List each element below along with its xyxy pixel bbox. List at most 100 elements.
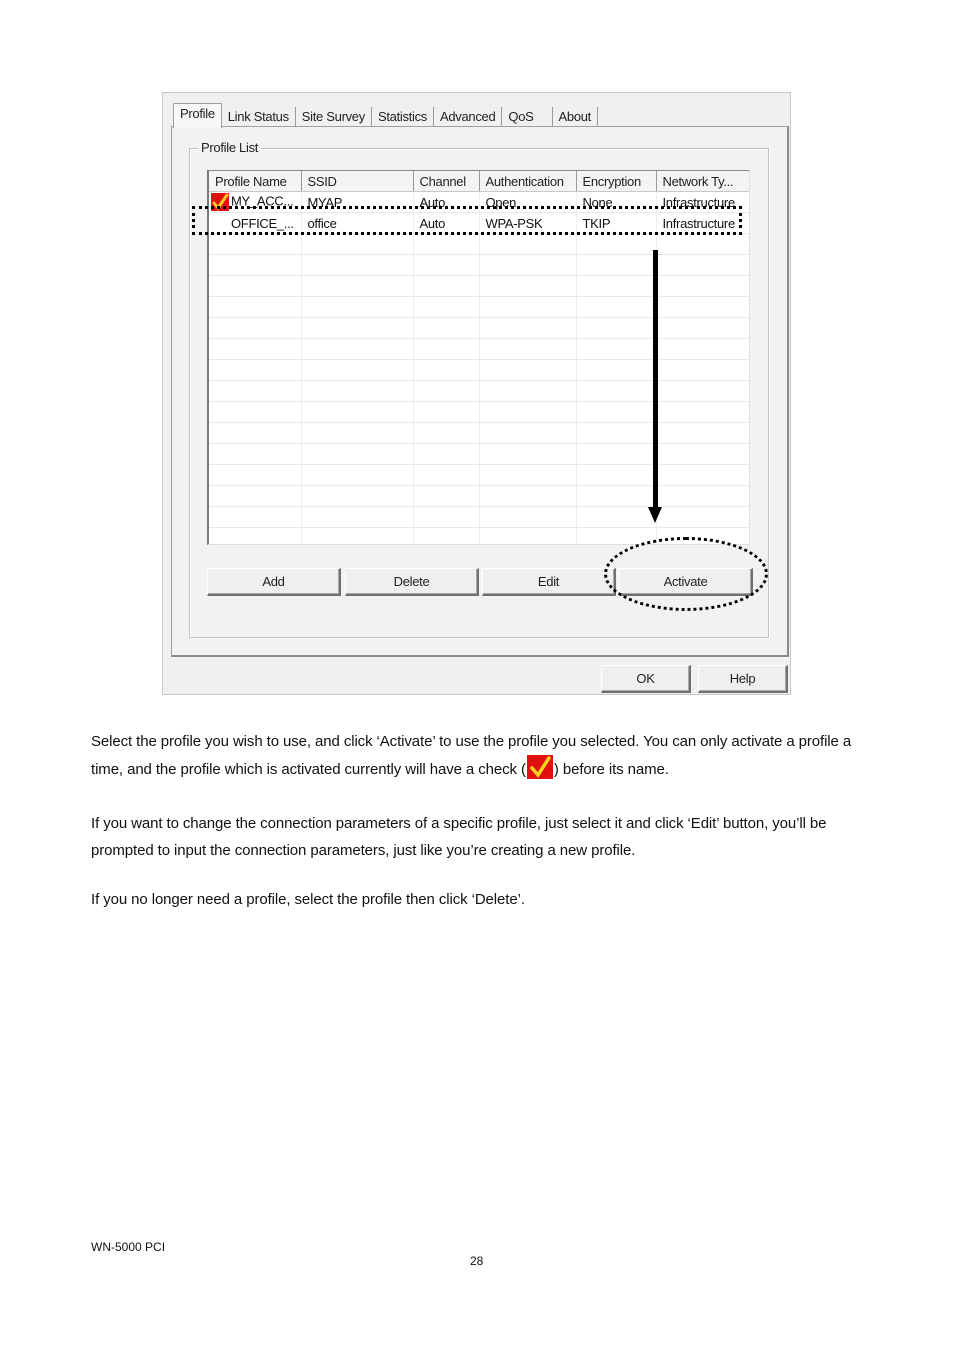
- empty-cell: [209, 380, 302, 402]
- empty-table-row: [209, 359, 749, 381]
- empty-cell: [301, 359, 414, 381]
- empty-cell: [301, 401, 414, 423]
- paragraph-edit: If you want to change the connection par…: [91, 815, 827, 859]
- empty-cell: [413, 338, 480, 360]
- help-button[interactable]: Help: [698, 665, 788, 693]
- tab-profile[interactable]: Profile: [173, 103, 222, 128]
- column-header-encryption[interactable]: Encryption: [576, 171, 657, 192]
- empty-cell: [656, 233, 749, 255]
- empty-cell: [413, 275, 480, 297]
- empty-cell: [656, 380, 749, 402]
- empty-cell: [209, 527, 302, 544]
- empty-cell: [413, 506, 480, 528]
- paragraph-delete: If you no longer need a profile, select …: [91, 891, 525, 908]
- delete-button[interactable]: Delete: [345, 568, 479, 596]
- empty-cell: [209, 254, 302, 276]
- empty-cell: [413, 296, 480, 318]
- empty-cell: [209, 359, 302, 381]
- empty-table-row: [209, 275, 749, 297]
- empty-cell: [413, 359, 480, 381]
- activate-button[interactable]: Activate: [619, 568, 753, 596]
- empty-table-row: [209, 296, 749, 318]
- cell-channel: Auto: [413, 212, 480, 234]
- empty-cell: [413, 401, 480, 423]
- cell-authentication: WPA-PSK: [479, 212, 577, 234]
- profile-list-view[interactable]: Profile Name SSID Channel Authentication…: [207, 170, 750, 545]
- empty-cell: [413, 254, 480, 276]
- empty-cell: [576, 527, 657, 544]
- empty-cell: [209, 485, 302, 507]
- cell-authentication: Open: [479, 191, 577, 213]
- empty-cell: [656, 422, 749, 444]
- empty-table-row: [209, 254, 749, 276]
- column-header-network-type[interactable]: Network Ty...: [656, 171, 749, 192]
- cell-channel: Auto: [413, 191, 480, 213]
- tab-qos[interactable]: QoS: [502, 107, 553, 127]
- page-number: 28: [470, 1254, 484, 1268]
- empty-cell: [656, 254, 749, 276]
- footer-model-name: WN-5000 PCI: [91, 1240, 166, 1254]
- profile-table: Profile Name SSID Channel Authentication…: [209, 171, 749, 544]
- cell-network-type: Infrastructure: [656, 212, 749, 234]
- empty-cell: [576, 254, 657, 276]
- empty-cell: [209, 317, 302, 339]
- empty-table-row: [209, 338, 749, 360]
- empty-cell: [413, 464, 480, 486]
- empty-cell: [301, 380, 414, 402]
- empty-cell: [413, 380, 480, 402]
- tab-about[interactable]: About: [553, 107, 598, 127]
- empty-cell: [576, 233, 657, 255]
- tab-advanced[interactable]: Advanced: [434, 107, 503, 127]
- tab-statistics[interactable]: Statistics: [372, 107, 434, 127]
- empty-cell: [576, 275, 657, 297]
- column-header-profile-name[interactable]: Profile Name: [209, 171, 302, 192]
- empty-cell: [656, 338, 749, 360]
- empty-cell: [209, 422, 302, 444]
- empty-cell: [576, 485, 657, 507]
- empty-cell: [656, 296, 749, 318]
- empty-table-row: [209, 422, 749, 444]
- arrow-head-icon: [648, 507, 662, 523]
- empty-cell: [656, 527, 749, 544]
- cell-ssid: office: [301, 212, 414, 234]
- empty-cell: [576, 401, 657, 423]
- ok-button[interactable]: OK: [601, 665, 691, 693]
- empty-cell: [656, 485, 749, 507]
- empty-cell: [301, 527, 414, 544]
- add-button[interactable]: Add: [207, 568, 341, 596]
- empty-cell: [301, 485, 414, 507]
- empty-cell: [656, 443, 749, 465]
- edit-button[interactable]: Edit: [482, 568, 616, 596]
- empty-cell: [301, 233, 414, 255]
- tab-link-status[interactable]: Link Status: [222, 107, 296, 127]
- empty-cell: [479, 338, 577, 360]
- empty-cell: [479, 317, 577, 339]
- empty-cell: [301, 254, 414, 276]
- empty-cell: [479, 527, 577, 544]
- cell-encryption: None: [576, 191, 657, 213]
- empty-cell: [479, 485, 577, 507]
- cell-profile-name: MY_ACC...: [209, 191, 302, 213]
- table-row[interactable]: MY_ACC... MYAP Auto Open None Infrastruc…: [209, 191, 749, 213]
- empty-cell: [479, 401, 577, 423]
- cell-encryption: TKIP: [576, 212, 657, 234]
- column-header-ssid[interactable]: SSID: [301, 171, 414, 192]
- column-header-authentication[interactable]: Authentication: [479, 171, 577, 192]
- paragraph-activate-text-b: ) before its name.: [553, 761, 669, 778]
- column-header-channel[interactable]: Channel: [413, 171, 480, 192]
- empty-cell: [479, 380, 577, 402]
- empty-cell: [301, 296, 414, 318]
- empty-table-row: [209, 464, 749, 486]
- empty-cell: [209, 443, 302, 465]
- empty-cell: [301, 422, 414, 444]
- table-row[interactable]: OFFICE_... office Auto WPA-PSK TKIP Infr…: [209, 212, 749, 234]
- empty-cell: [656, 359, 749, 381]
- empty-table-row: [209, 233, 749, 255]
- red-checkbox-icon: [526, 755, 553, 779]
- empty-cell: [209, 464, 302, 486]
- tab-site-survey[interactable]: Site Survey: [296, 107, 372, 127]
- empty-cell: [209, 401, 302, 423]
- empty-cell: [479, 506, 577, 528]
- empty-table-row: [209, 317, 749, 339]
- empty-table-row: [209, 443, 749, 465]
